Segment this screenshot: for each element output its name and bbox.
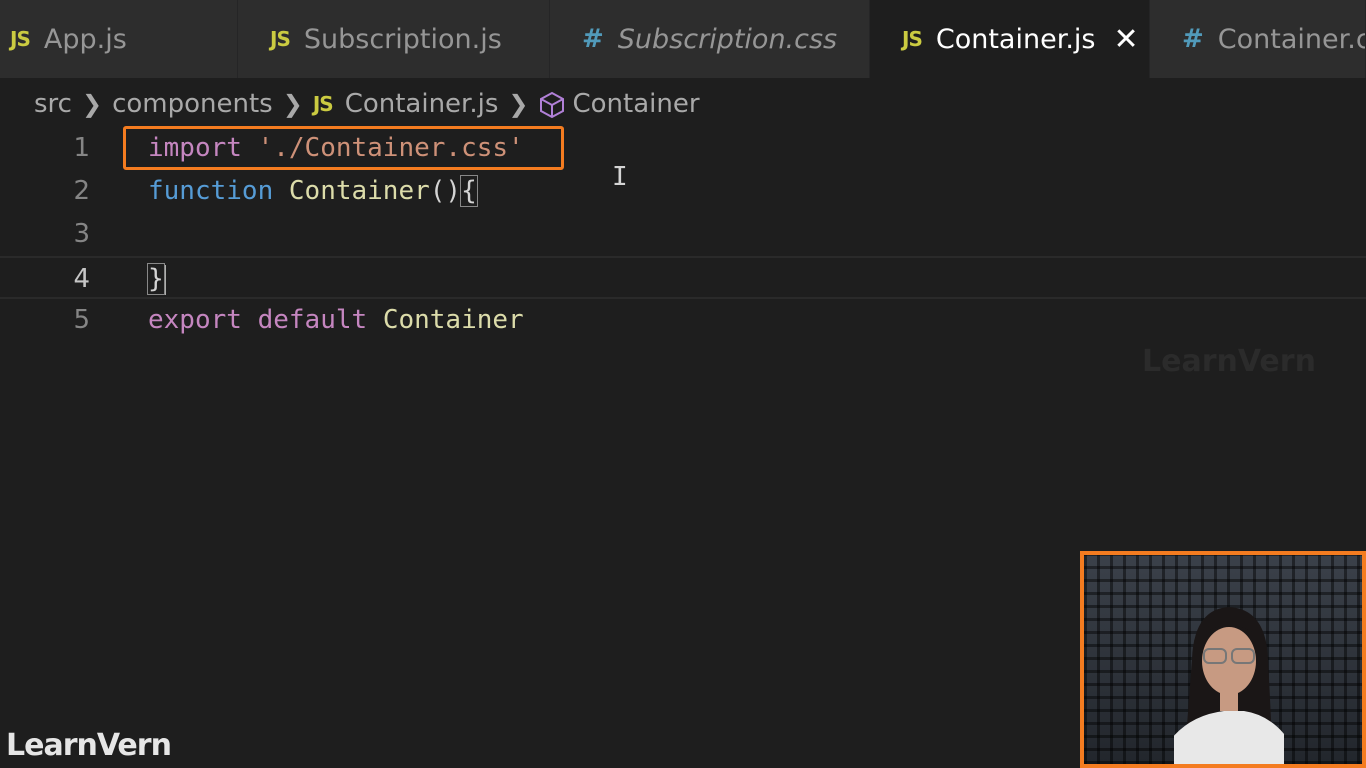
js-icon: JS (902, 27, 923, 51)
tab-container-js[interactable]: JS Container.js ✕ (870, 0, 1150, 78)
function-name-token: Container (288, 176, 430, 206)
symbol-cube-icon (539, 89, 565, 119)
tab-label: Container.css (1217, 23, 1365, 55)
breadcrumb: src ❯ components ❯ JS Container.js ❯ Con… (34, 84, 700, 124)
breadcrumb-item-src[interactable]: src (34, 89, 72, 119)
js-icon: JS (270, 27, 291, 51)
js-icon: JS (312, 92, 334, 116)
watermark-logo: LearnVern (1142, 344, 1316, 379)
code-line[interactable]: 5 export default Container (0, 299, 1366, 342)
paren-token: () (429, 176, 462, 206)
tab-app-js[interactable]: JS App.js (0, 0, 238, 78)
code-line[interactable]: 3 (0, 213, 1366, 256)
css-icon: # (582, 24, 604, 54)
breadcrumb-item-file[interactable]: Container.js (345, 89, 499, 119)
js-icon: JS (10, 27, 31, 51)
line-number: 5 (73, 305, 90, 335)
line-code[interactable]: } (147, 258, 166, 301)
chevron-right-icon: ❯ (81, 90, 103, 118)
brace-token: } (147, 263, 165, 295)
line-number: 1 (73, 133, 90, 163)
chevron-right-icon: ❯ (282, 90, 303, 118)
line-number: 3 (73, 219, 90, 249)
breadcrumb-item-symbol[interactable]: Container (573, 89, 700, 119)
breadcrumb-item-components[interactable]: components (112, 89, 273, 119)
tab-label: Subscription.js (303, 23, 502, 55)
keyword-token: function (148, 176, 274, 206)
keyword-token: export (148, 305, 242, 335)
chevron-right-icon: ❯ (508, 90, 529, 118)
highlight-annotation-box (123, 126, 564, 170)
close-icon[interactable]: ✕ (1113, 22, 1138, 57)
code-line[interactable]: 2 function Container(){ (0, 170, 1366, 213)
code-line-current[interactable]: 4 } (0, 256, 1366, 299)
tab-label: Container.js (935, 23, 1096, 55)
tab-subscription-js[interactable]: JS Subscription.js (238, 0, 550, 78)
webcam-overlay (1080, 551, 1366, 768)
tab-container-css[interactable]: # Container.css (1150, 0, 1366, 78)
brace-token: { (460, 175, 478, 207)
text-cursor (163, 264, 166, 295)
tab-subscription-css[interactable]: # Subscription.css (550, 0, 870, 78)
line-number: 2 (73, 176, 90, 206)
keyword-token: default (257, 305, 368, 335)
tab-label: App.js (43, 23, 127, 55)
editor-tab-bar: JS App.js JS Subscription.js # Subscript… (0, 0, 1366, 78)
line-code[interactable]: function Container(){ (148, 170, 478, 213)
line-code[interactable]: export default Container (148, 299, 524, 342)
css-icon: # (1182, 24, 1204, 54)
brand-logo: LearnVern (6, 728, 172, 763)
presenter-image (1174, 607, 1284, 764)
identifier-token: Container (382, 305, 524, 335)
line-number: 4 (73, 264, 90, 294)
tab-label: Subscription.css (617, 23, 838, 55)
ibeam-cursor-icon: I (612, 162, 628, 192)
